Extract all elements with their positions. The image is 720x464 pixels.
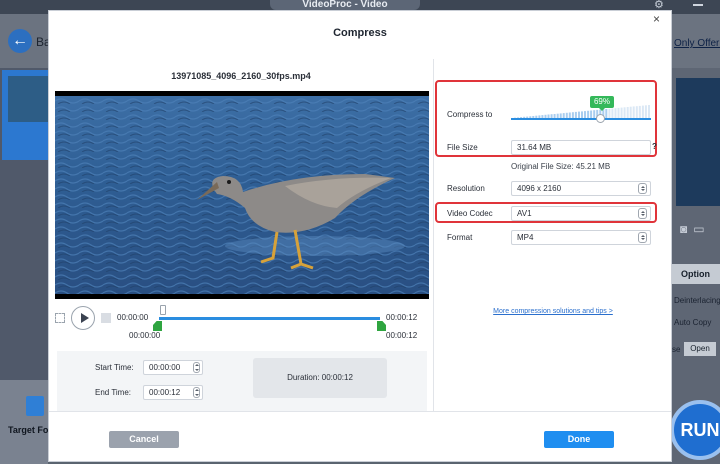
minimize-icon[interactable]: [693, 4, 703, 6]
compress-slider-handle[interactable]: [596, 114, 605, 123]
compress-label: Compress to: [447, 110, 493, 119]
video-frame-image: [55, 96, 429, 294]
target-format-panel: [0, 380, 48, 464]
end-time-label: End Time:: [95, 388, 132, 397]
use-label: se: [672, 345, 681, 354]
open-button[interactable]: Open: [684, 342, 716, 356]
total-time: 00:00:12: [386, 313, 418, 322]
dialog-title: Compress: [333, 27, 387, 39]
resolution-label: Resolution: [447, 184, 485, 193]
video-thumbnail[interactable]: [2, 70, 48, 160]
play-icon: [81, 313, 89, 323]
cancel-button[interactable]: Cancel: [109, 431, 179, 448]
snapshot-folder-icons[interactable]: ◙▭: [680, 222, 711, 236]
duration-value: 00:00:12: [321, 373, 353, 382]
trim-end-icon[interactable]: [101, 313, 111, 323]
format-value: MP4: [517, 233, 534, 242]
dropdown-arrow-icon[interactable]: [638, 232, 647, 243]
current-time: 00:00:00: [117, 313, 149, 322]
dialog-header: Compress ×: [49, 11, 671, 59]
start-marker-time: 00:00:00: [129, 331, 161, 340]
video-codec-value: AV1: [517, 209, 532, 218]
end-marker-time: 00:00:12: [386, 331, 418, 340]
play-button[interactable]: [71, 306, 95, 330]
more-compression-link[interactable]: More compression solutions and tips >: [434, 308, 672, 315]
video-preview[interactable]: [55, 91, 429, 299]
resolution-select[interactable]: 4096 x 2160: [511, 181, 651, 196]
file-size-label: File Size: [447, 143, 478, 152]
target-format-label: Target For: [8, 425, 52, 435]
file-size-value: 31.64 MB: [517, 143, 552, 152]
original-file-size: Original File Size: 45.21 MB: [511, 162, 611, 171]
compress-percent-tooltip: 69%: [590, 96, 614, 111]
start-time-label: Start Time:: [95, 363, 134, 372]
format-label: Format: [447, 233, 473, 242]
trim-end-handle[interactable]: [377, 321, 386, 331]
vertical-divider: [433, 59, 434, 411]
done-button[interactable]: Done: [544, 431, 614, 448]
end-time-input[interactable]: 00:00:12: [143, 385, 203, 400]
file-size-input[interactable]: 31.64 MB: [511, 140, 651, 155]
compress-dialog: Compress × 13971085_4096_2160_30fps.mp4: [48, 10, 672, 462]
format-select[interactable]: MP4: [511, 230, 651, 245]
end-time-value: 00:00:12: [149, 388, 181, 397]
file-name: 13971085_4096_2160_30fps.mp4: [171, 71, 311, 81]
duration-display: Duration: 00:00:12: [253, 358, 387, 398]
duration-label: Duration:: [287, 373, 320, 382]
start-time-input[interactable]: 00:00:00: [143, 360, 203, 375]
help-icon[interactable]: ?: [652, 142, 657, 151]
preview-video: [676, 78, 720, 206]
deinterlacing-label[interactable]: Deinterlacing: [674, 296, 720, 305]
heron-scene: [55, 96, 429, 294]
app-window-title: VideoProc - Video: [270, 0, 420, 10]
offer-link[interactable]: Only Offer >: [674, 38, 720, 49]
option-button[interactable]: Option: [671, 264, 720, 284]
back-arrow-icon[interactable]: ←: [8, 29, 32, 53]
close-icon[interactable]: ×: [653, 13, 660, 25]
spinner-icon[interactable]: [193, 387, 200, 398]
document-icon[interactable]: [26, 396, 44, 416]
thumbnail-image: [8, 76, 48, 122]
spinner-icon[interactable]: [193, 362, 200, 373]
timeline-track[interactable]: [159, 317, 380, 320]
horizontal-divider: [49, 411, 671, 412]
dropdown-arrow-icon[interactable]: [638, 183, 647, 194]
video-codec-select[interactable]: AV1: [511, 206, 651, 221]
trim-start-icon[interactable]: [55, 313, 65, 323]
dropdown-arrow-icon[interactable]: [638, 208, 647, 219]
resolution-value: 4096 x 2160: [517, 184, 562, 193]
auto-copy-label[interactable]: Auto Copy: [674, 318, 711, 327]
playhead-handle[interactable]: [160, 305, 166, 315]
start-time-value: 00:00:00: [149, 363, 181, 372]
video-codec-label: Video Codec: [447, 209, 493, 218]
compress-slider-track[interactable]: [511, 118, 651, 120]
trim-start-handle[interactable]: [153, 321, 162, 331]
